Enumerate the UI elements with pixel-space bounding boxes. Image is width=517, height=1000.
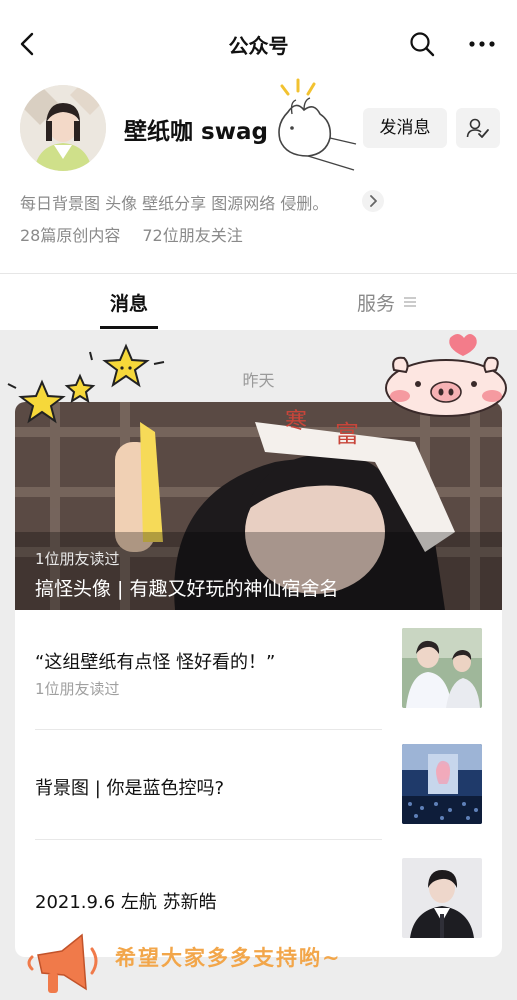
- user-check-icon: [466, 118, 489, 138]
- svg-text:寒: 寒: [285, 409, 307, 434]
- original-count[interactable]: 28篇原创内容: [20, 226, 120, 245]
- more-icon[interactable]: [467, 30, 497, 58]
- search-icon[interactable]: [408, 30, 436, 58]
- article-title: “这组壁纸有点怪 怪好看的！”: [35, 652, 276, 673]
- article-title: 2021.9.6 左航 苏新皓: [35, 892, 217, 913]
- account-name: 壁纸咖 swag: [124, 119, 268, 145]
- svg-text:富: 富: [335, 420, 359, 448]
- description-more-button[interactable]: [362, 190, 384, 212]
- article-item[interactable]: “这组壁纸有点怪 怪好看的！” 1位朋友读过: [15, 610, 502, 725]
- article-thumbnail: [402, 744, 482, 824]
- article-card: 寒 富 1位朋友读过 搞怪头像 | 有趣又好玩的神仙宿舍名 “这组壁纸有点怪 怪…: [15, 402, 502, 957]
- article-title: 背景图 | 你是蓝色控吗?: [35, 778, 225, 799]
- active-tab-indicator: [100, 326, 158, 329]
- article-thumbnail: [402, 628, 482, 708]
- stars-sticker-icon: [7, 343, 165, 424]
- avatar[interactable]: [20, 85, 106, 171]
- article-item[interactable]: 背景图 | 你是蓝色控吗?: [15, 730, 502, 845]
- pig-sticker-icon: [385, 334, 507, 417]
- tab-services[interactable]: 服务: [357, 289, 395, 316]
- tab-messages[interactable]: 消息: [100, 289, 158, 316]
- send-message-button[interactable]: 发消息: [363, 108, 447, 148]
- article-read-by: 1位朋友读过: [35, 680, 120, 698]
- footer-slogan: 希望大家多多支持哟~: [115, 945, 342, 970]
- account-description: 每日背景图 头像 壁纸分享 图源网络 侵删。: [20, 194, 329, 213]
- menu-lines-icon: [404, 297, 416, 307]
- chevron-right-icon: [370, 195, 377, 207]
- featured-title: 搞怪头像 | 有趣又好玩的神仙宿舍名: [35, 578, 339, 600]
- nav-bar: 公众号: [0, 18, 517, 70]
- friends-follow-count[interactable]: 72位朋友关注: [142, 226, 242, 245]
- featured-article[interactable]: 寒 富 1位朋友读过 搞怪头像 | 有趣又好玩的神仙宿舍名: [15, 402, 502, 610]
- account-stats: 28篇原创内容 72位朋友关注: [20, 222, 265, 246]
- divider: [0, 273, 517, 274]
- bunny-doodle-icon: [278, 78, 357, 171]
- followed-status-button[interactable]: [456, 108, 500, 148]
- page-title: 公众号: [228, 34, 289, 58]
- featured-read-by: 1位朋友读过: [35, 550, 120, 568]
